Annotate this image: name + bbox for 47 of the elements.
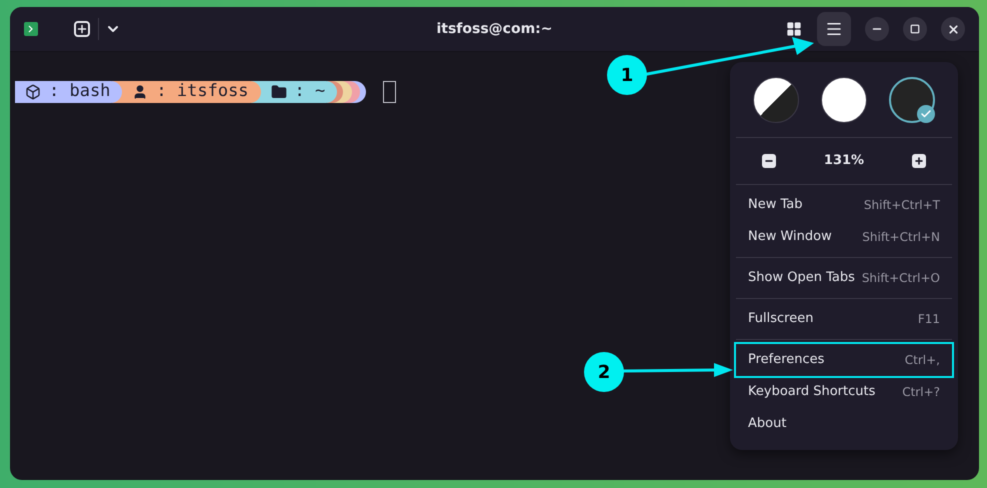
new-tab-button[interactable] — [72, 19, 92, 39]
minimize-button[interactable] — [865, 17, 889, 41]
shortcut-label: F11 — [918, 311, 940, 328]
plus-icon — [914, 156, 924, 166]
menu-item-label: New Tab — [748, 196, 802, 214]
cube-icon — [25, 84, 41, 100]
window-title: itsfoss@com:~ — [436, 20, 553, 38]
close-icon — [946, 22, 960, 36]
folder-icon — [270, 84, 287, 100]
menu-item[interactable]: About — [736, 408, 952, 440]
menu-button[interactable] — [817, 12, 851, 46]
prompt-text: : ~ — [294, 80, 326, 104]
zoom-out-button[interactable] — [762, 154, 776, 168]
chevron-icon — [27, 25, 35, 33]
menu-item[interactable]: Keyboard Shortcuts Ctrl+? — [736, 376, 952, 408]
theme-swatch[interactable] — [821, 76, 867, 122]
shortcut-label: Shift+Ctrl+N — [862, 229, 940, 246]
maximize-icon — [910, 24, 920, 34]
menu-item-label: New Window — [748, 228, 832, 246]
prompt-text: : itsfoss — [156, 80, 249, 104]
shortcut-label: Ctrl+, — [904, 352, 940, 369]
menu-item-label: Keyboard Shortcuts — [748, 383, 876, 402]
menu-item[interactable]: New Window Shift+Ctrl+N — [736, 221, 952, 253]
menu-item-label: Preferences — [748, 351, 824, 370]
menu-item[interactable]: Show Open Tabs Shift+Ctrl+O — [736, 262, 952, 294]
menu-item[interactable]: Fullscreen F11 — [736, 303, 952, 335]
shortcut-label: Shift+Ctrl+O — [862, 270, 940, 287]
shortcut-label: Shift+Ctrl+T — [864, 197, 940, 214]
menu-item-label: About — [748, 415, 786, 434]
menu-item[interactable]: Preferences Ctrl+, — [736, 344, 952, 376]
close-button[interactable] — [941, 17, 965, 41]
zoom-level: 131% — [824, 152, 864, 170]
plus-icon — [76, 23, 88, 35]
prompt-text: : bash — [49, 80, 110, 104]
grid-icon — [786, 21, 802, 37]
zoom-in-button[interactable] — [912, 154, 926, 168]
menu-item-label: Fullscreen — [748, 310, 814, 328]
theme-swatch[interactable] — [889, 76, 935, 122]
theme-swatch[interactable] — [753, 76, 799, 122]
menu-icon — [825, 20, 843, 38]
checkmark-icon — [920, 108, 932, 120]
person-icon — [132, 84, 148, 100]
menu-item[interactable]: New Tab Shift+Ctrl+T — [736, 189, 952, 221]
text-cursor — [383, 81, 396, 103]
shortcut-label: Ctrl+? — [902, 384, 940, 401]
maximize-button[interactable] — [903, 17, 927, 41]
menu-item-label: Show Open Tabs — [748, 269, 855, 288]
